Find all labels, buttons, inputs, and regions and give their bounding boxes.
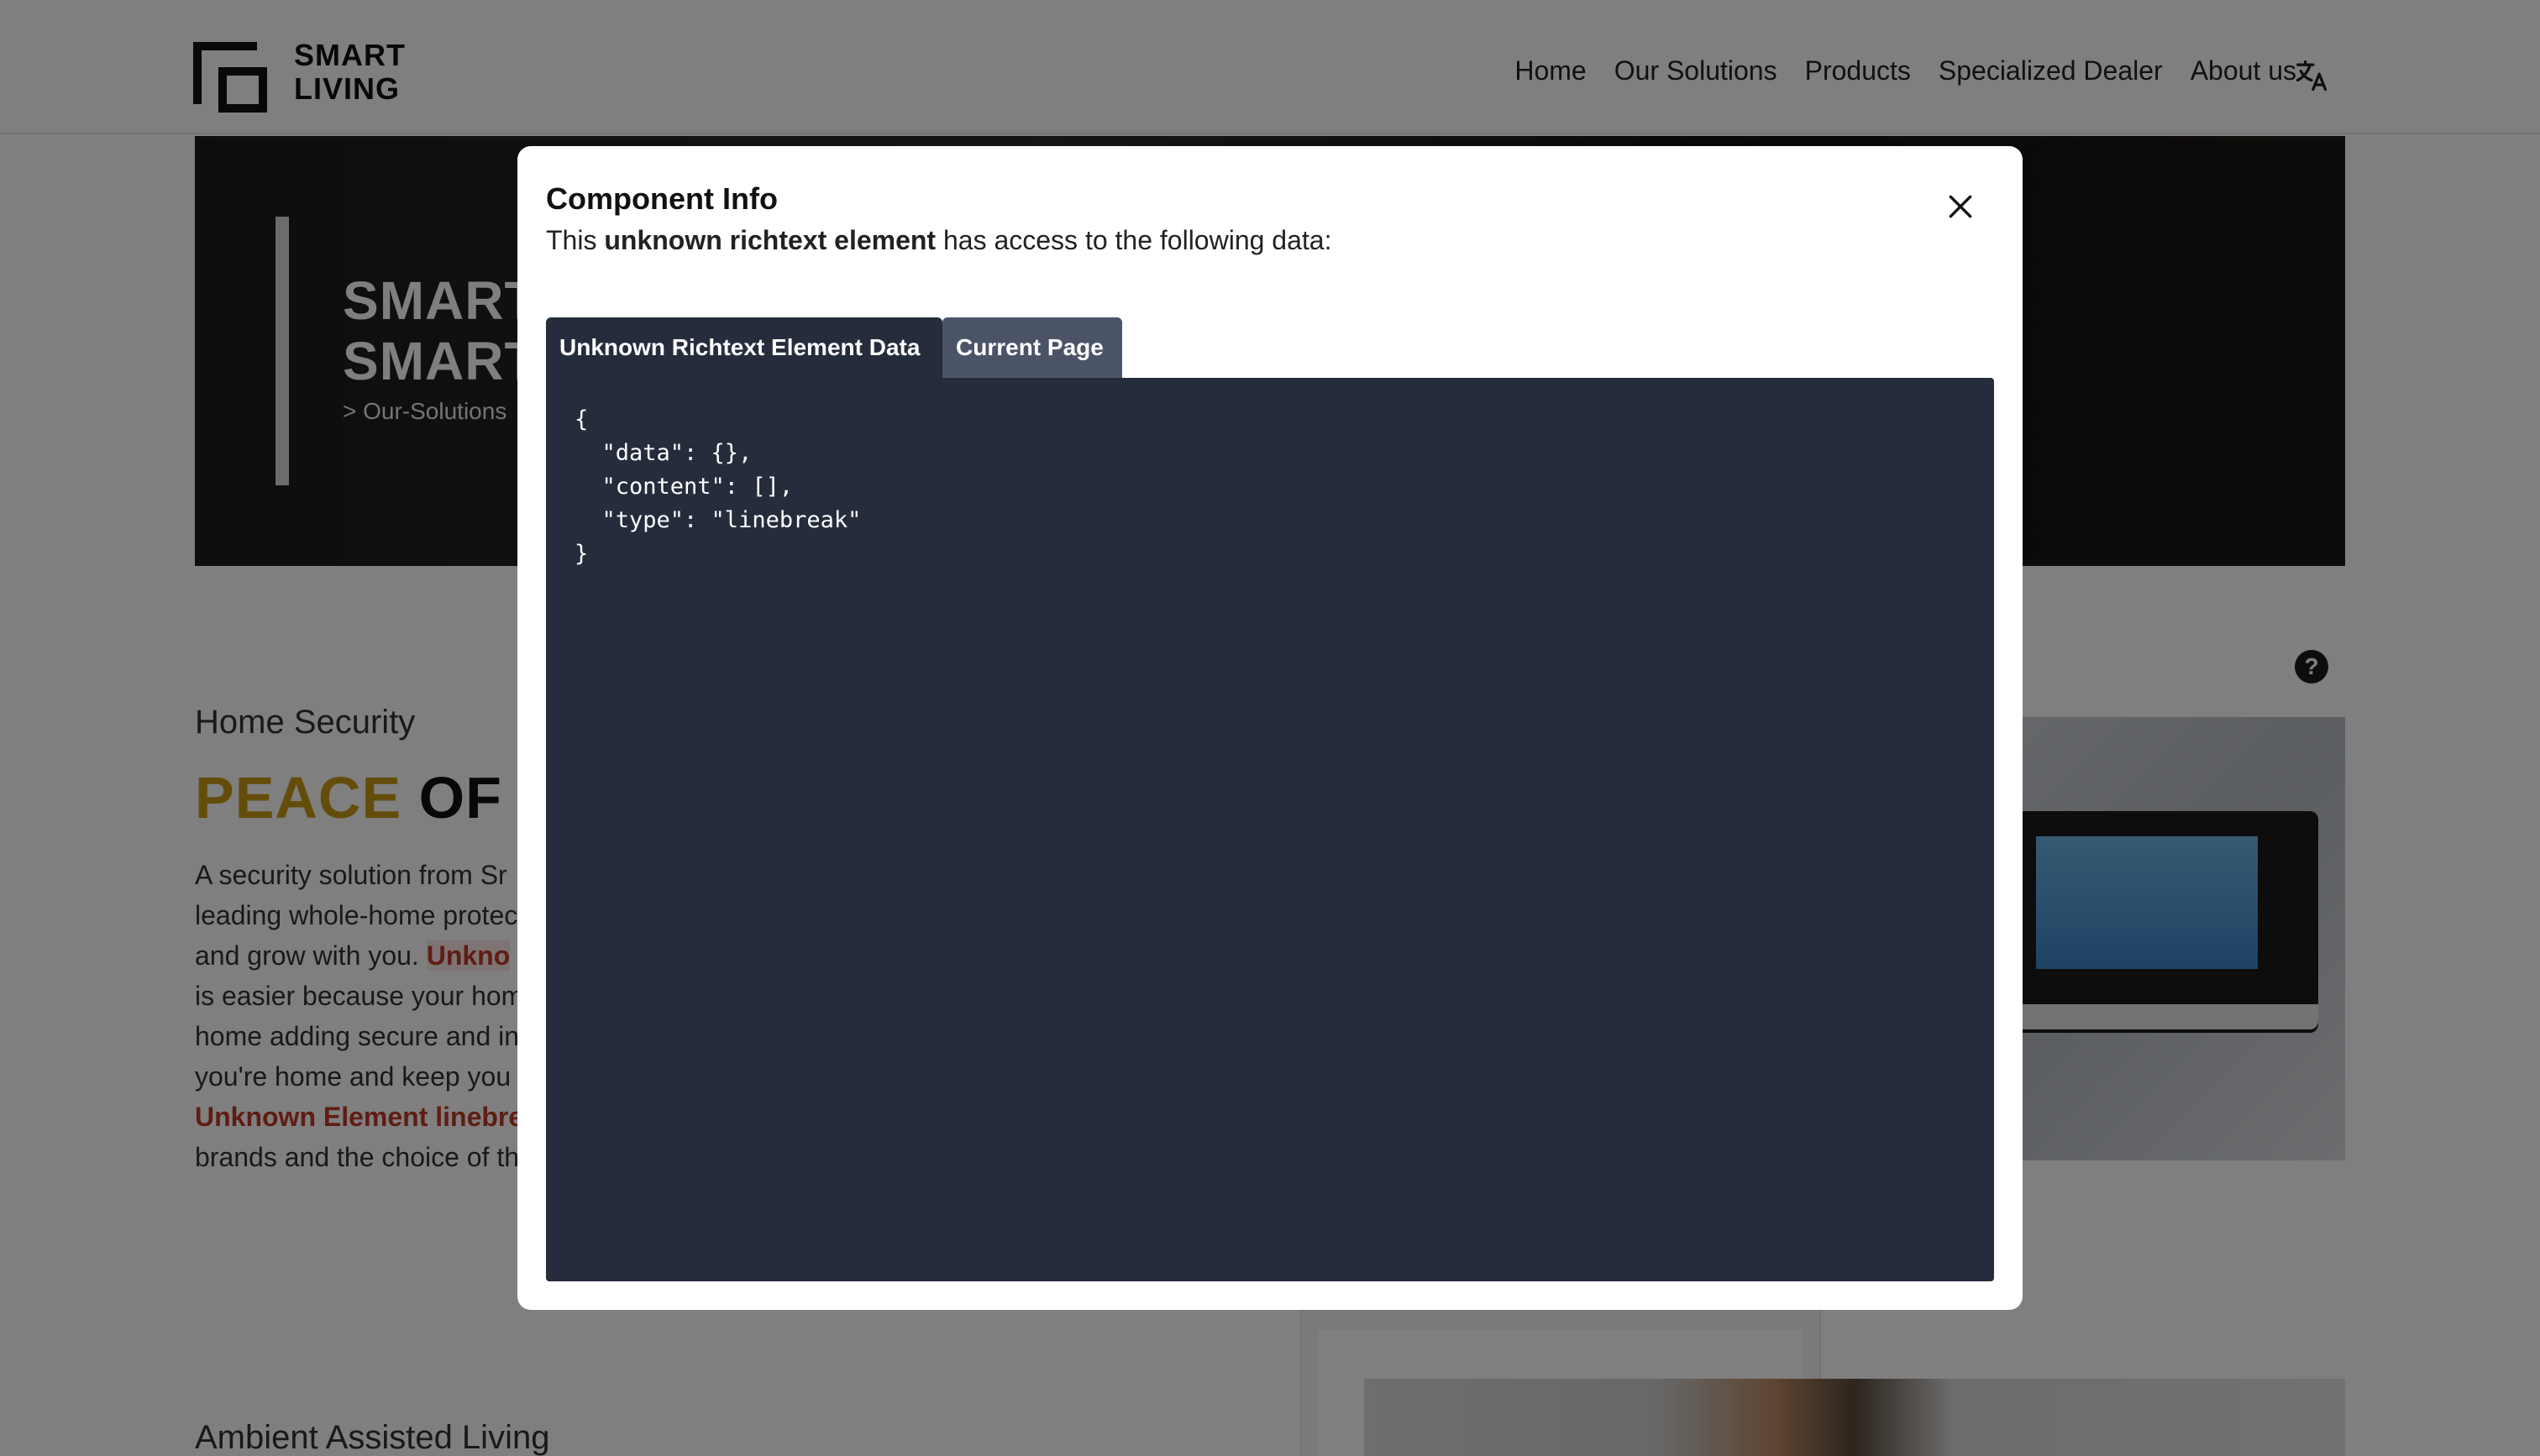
desc-suffix: has access to the following data:: [936, 225, 1332, 255]
desc-element-name: unknown richtext element: [604, 225, 937, 255]
dialog-title: Component Info: [546, 181, 778, 216]
code-panel[interactable]: { "data": {}, "content": [], "type": "li…: [546, 378, 1994, 1281]
dialog-description: This unknown richtext element has access…: [546, 225, 1331, 256]
json-code: { "data": {}, "content": [], "type": "li…: [575, 406, 862, 567]
dialog-tabs: Unknown Richtext Element Data Current Pa…: [546, 317, 1122, 378]
component-info-dialog: Component Info This unknown richtext ele…: [517, 146, 2023, 1310]
tab-element-data[interactable]: Unknown Richtext Element Data: [546, 317, 942, 378]
tab-current-page[interactable]: Current Page: [942, 317, 1122, 378]
close-icon[interactable]: [1944, 190, 1977, 223]
desc-prefix: This: [546, 225, 605, 255]
